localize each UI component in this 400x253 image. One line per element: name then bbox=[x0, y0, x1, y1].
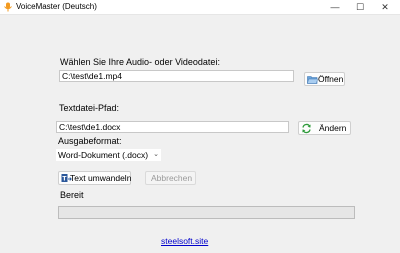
maximize-button[interactable]: ☐ bbox=[354, 1, 366, 13]
format-select[interactable]: Word-Dokument (.docx) ⌄ bbox=[56, 149, 161, 161]
close-button[interactable]: ✕ bbox=[379, 1, 391, 13]
change-button-label: Ändern bbox=[319, 123, 347, 133]
status-text: Bereit bbox=[60, 190, 84, 200]
refresh-icon bbox=[302, 123, 311, 134]
progress-bar bbox=[58, 206, 355, 219]
chevron-down-icon: ⌄ bbox=[153, 151, 159, 158]
open-button[interactable]: Öffnen bbox=[304, 72, 345, 86]
input-file-field[interactable]: C:\test\de1.mp4 bbox=[59, 70, 294, 82]
app-window: VoiceMaster (Deutsch) — ☐ ✕ Wählen Sie I… bbox=[0, 0, 400, 253]
folder-open-icon bbox=[307, 76, 318, 84]
input-file-label: Wählen Sie Ihre Audio- oder Videodatei: bbox=[60, 57, 220, 67]
field-underline bbox=[57, 132, 288, 133]
format-selected-value: Word-Dokument (.docx) bbox=[58, 150, 149, 160]
convert-button[interactable]: T Text umwandeln bbox=[58, 171, 131, 185]
input-file-value: C:\test\de1.mp4 bbox=[62, 71, 123, 81]
title-bar: VoiceMaster (Deutsch) — ☐ ✕ bbox=[0, 0, 400, 15]
cancel-button[interactable]: Abbrechen bbox=[145, 171, 196, 185]
output-path-field[interactable]: C:\test\de1.docx bbox=[56, 121, 289, 133]
field-underline bbox=[60, 81, 293, 82]
window-title: VoiceMaster (Deutsch) bbox=[16, 2, 97, 11]
website-link[interactable]: steelsoft.site bbox=[161, 236, 208, 246]
output-path-label: Textdatei-Pfad: bbox=[59, 103, 120, 113]
convert-button-label: Text umwandeln bbox=[70, 173, 132, 183]
output-path-value: C:\test\de1.docx bbox=[59, 122, 121, 132]
app-icon bbox=[4, 2, 12, 12]
minimize-button[interactable]: — bbox=[329, 1, 341, 13]
format-label: Ausgabeformat: bbox=[58, 136, 122, 146]
change-button[interactable]: Ändern bbox=[298, 121, 351, 135]
cancel-button-label: Abbrechen bbox=[151, 173, 193, 183]
open-button-label: Öffnen bbox=[318, 74, 344, 84]
